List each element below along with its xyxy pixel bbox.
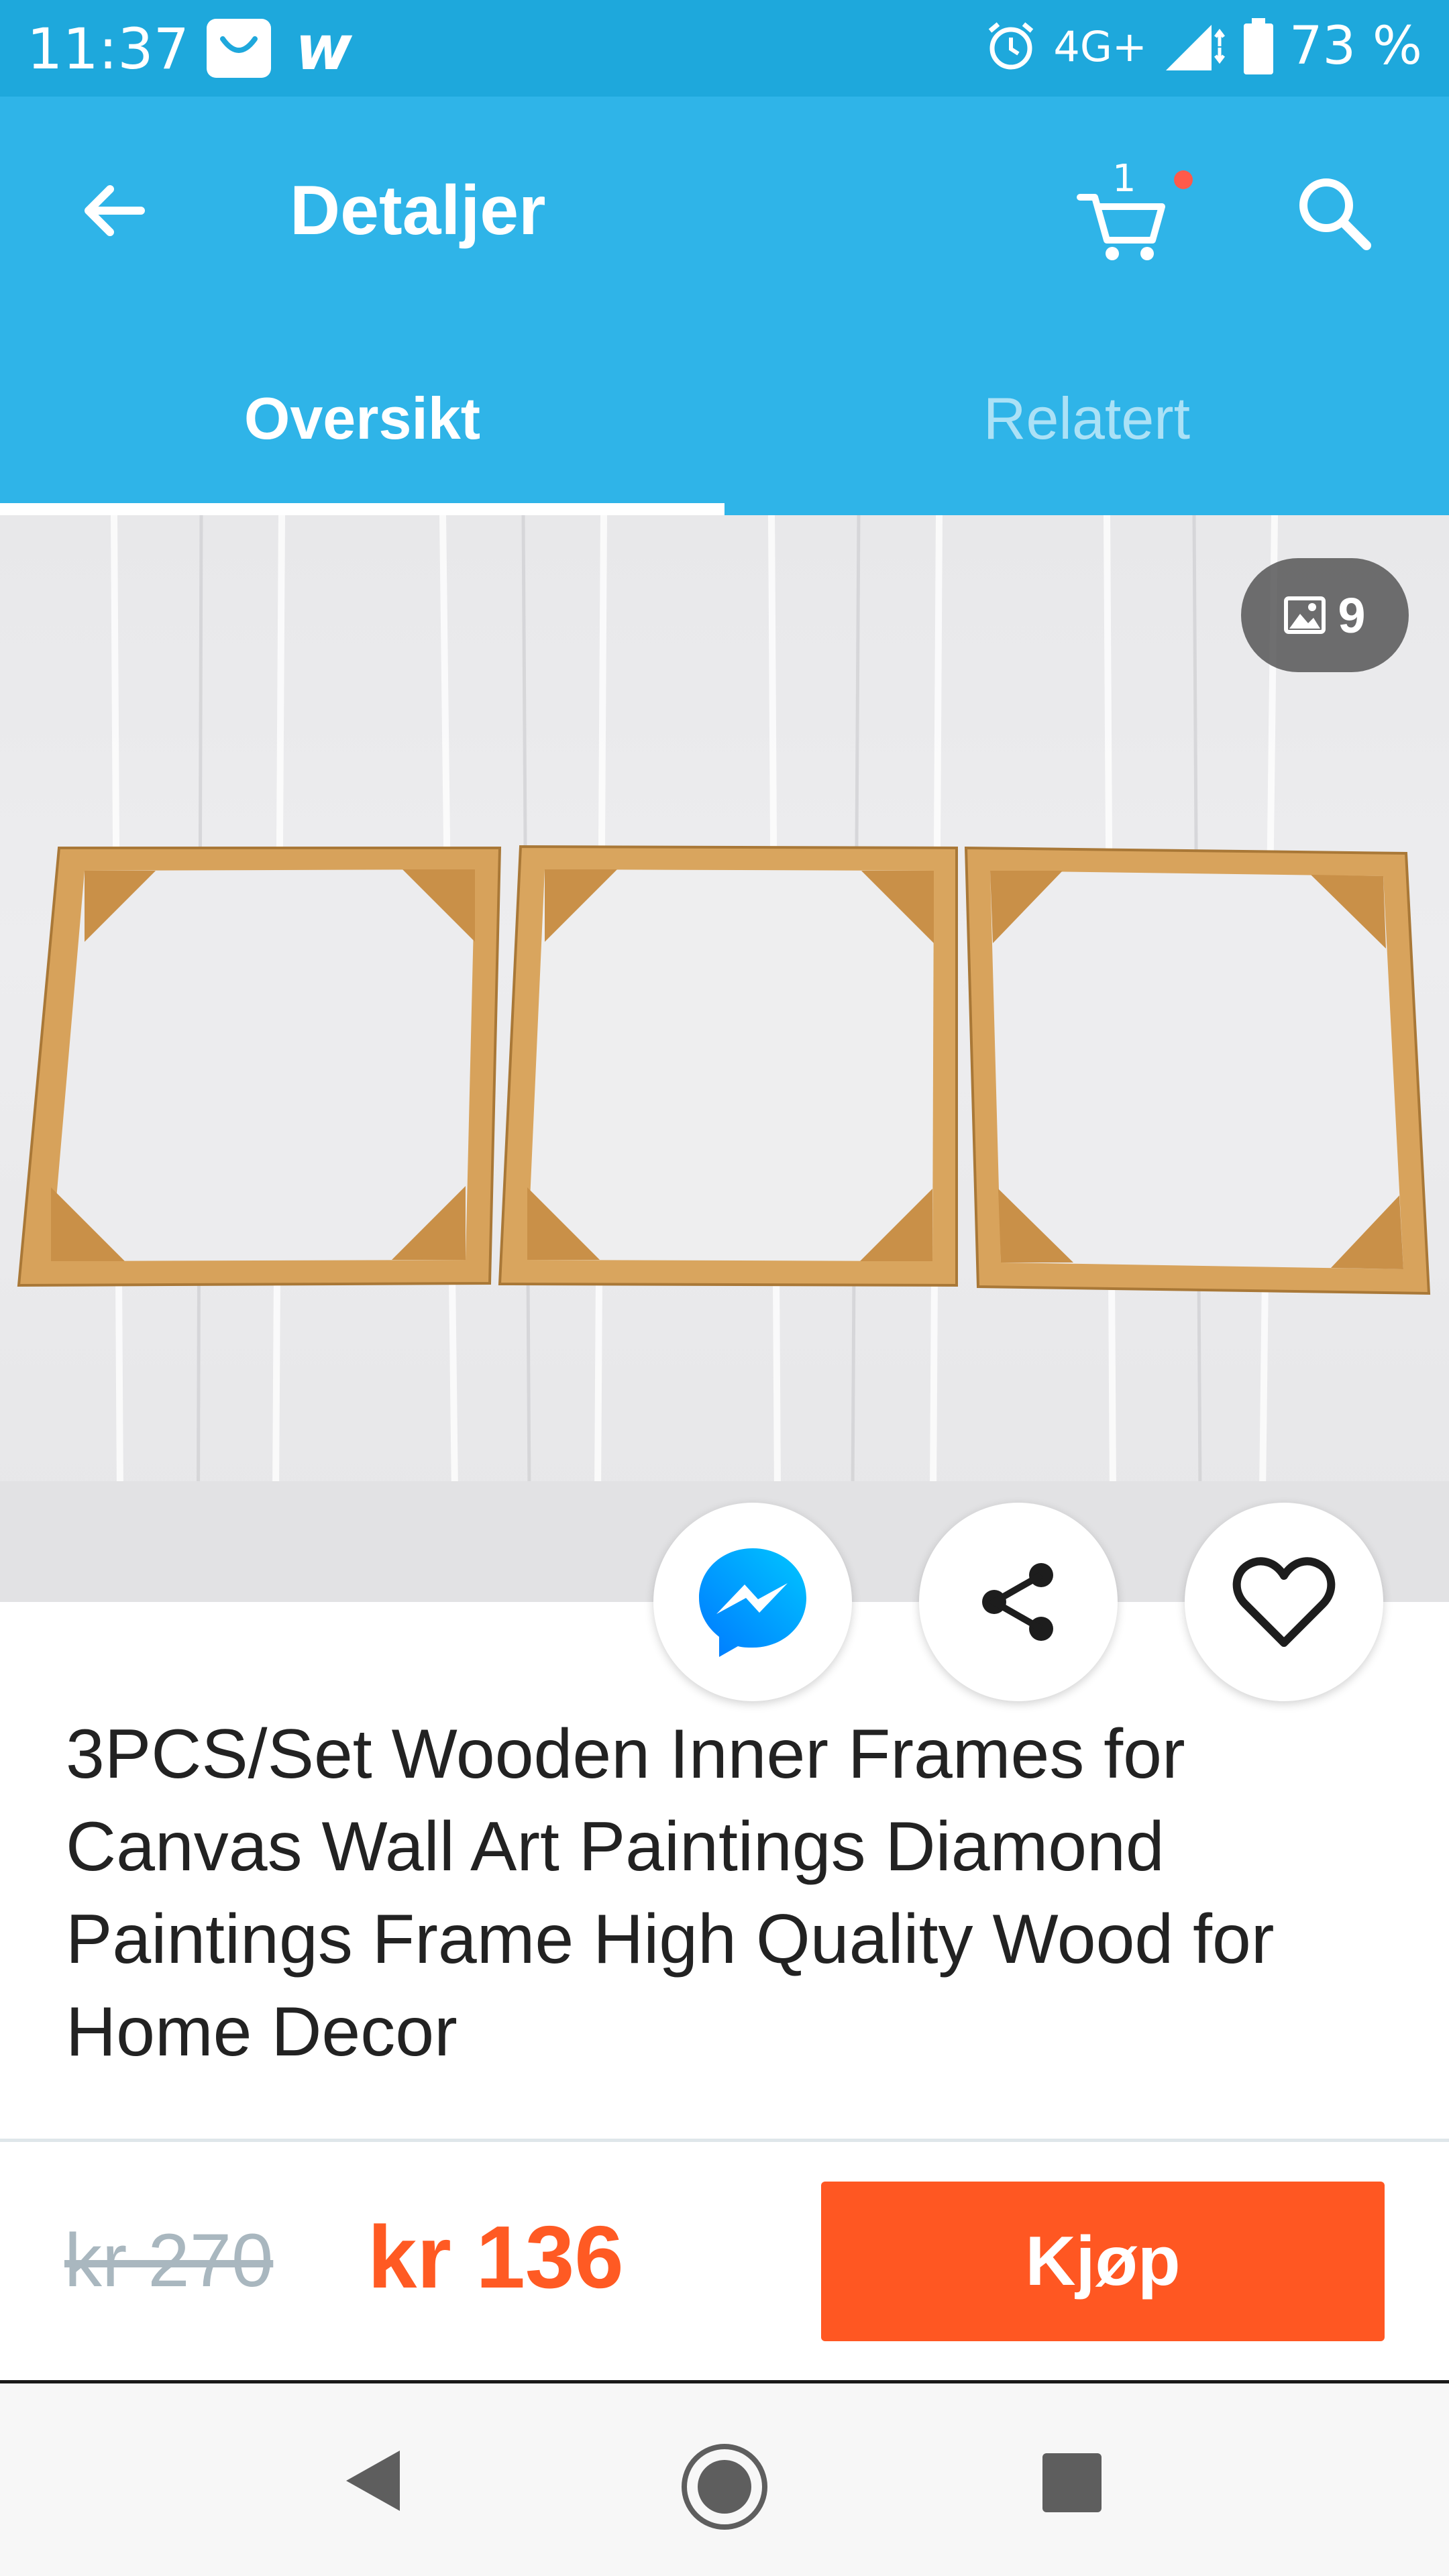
shopping-bag-icon bbox=[207, 19, 271, 78]
back-button[interactable] bbox=[74, 170, 154, 251]
network-type: 4G+ bbox=[1053, 21, 1147, 71]
battery-icon bbox=[1243, 18, 1273, 74]
wishlist-button[interactable] bbox=[1185, 1503, 1383, 1701]
back-arrow-icon bbox=[85, 185, 145, 236]
messenger-icon bbox=[699, 1548, 806, 1657]
nav-home-icon[interactable] bbox=[678, 2440, 771, 2534]
system-nav-bar bbox=[0, 2383, 1449, 2576]
nav-recent-apps-icon[interactable] bbox=[1040, 2451, 1104, 2515]
share-icon bbox=[982, 1563, 1053, 1641]
original-price: kr 270 bbox=[64, 2218, 274, 2302]
product-photo bbox=[0, 515, 1449, 1602]
search-icon bbox=[1299, 178, 1371, 250]
status-time: 11:37 bbox=[27, 16, 190, 82]
status-indicators: 4G+ 73 % bbox=[985, 16, 1422, 76]
cart-button[interactable]: 1 bbox=[1073, 157, 1193, 264]
product-title: 3PCS/Set Wooden Inner Frames for Canvas … bbox=[66, 1715, 1275, 2071]
sale-price: kr 136 bbox=[368, 2208, 624, 2306]
alarm-icon bbox=[989, 22, 1034, 70]
tab-related[interactable]: Relatert bbox=[724, 378, 1449, 459]
active-tab-indicator bbox=[0, 503, 724, 515]
photo-count-badge[interactable]: 9 bbox=[1241, 558, 1409, 672]
share-button[interactable] bbox=[919, 1503, 1118, 1701]
heart-icon bbox=[1232, 1557, 1336, 1647]
divider bbox=[0, 2139, 1449, 2142]
messenger-share-button[interactable] bbox=[653, 1503, 852, 1701]
tab-overview[interactable]: Oversikt bbox=[0, 378, 724, 459]
battery-level: 73 % bbox=[1289, 16, 1422, 76]
buy-button[interactable]: Kjøp bbox=[821, 2182, 1385, 2341]
page-title: Detaljer bbox=[290, 172, 546, 250]
status-bar: 11:37 w 4G+ 73 % bbox=[0, 0, 1449, 97]
app-bar: Detaljer 1 Oversikt Relatert bbox=[0, 97, 1449, 515]
search-button[interactable] bbox=[1291, 170, 1379, 258]
nav-back-icon[interactable] bbox=[335, 2444, 409, 2518]
signal-icon bbox=[1165, 25, 1225, 70]
cart-notification-dot bbox=[1174, 170, 1193, 189]
wish-app-icon: w bbox=[295, 12, 352, 84]
image-icon bbox=[1284, 596, 1326, 634]
photo-count: 9 bbox=[1338, 587, 1366, 643]
cart-icon bbox=[1077, 194, 1165, 260]
product-image[interactable] bbox=[0, 515, 1449, 1602]
